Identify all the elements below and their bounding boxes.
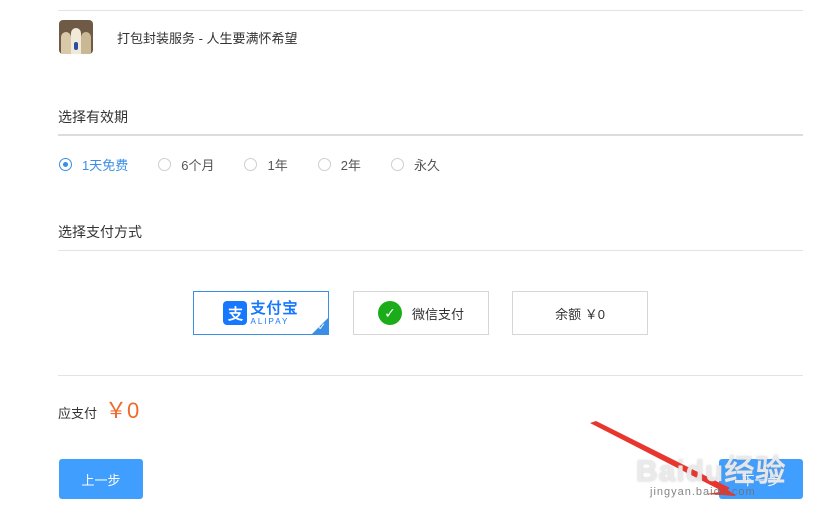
- radio-icon[interactable]: [244, 158, 258, 171]
- service-avatar: [59, 20, 93, 54]
- option-label: 1天免费: [82, 158, 129, 173]
- service-header: 打包封装服务 - 人生要满怀希望: [59, 20, 298, 54]
- wechat-label: 微信支付: [411, 306, 464, 322]
- payment-title: 选择支付方式: [58, 224, 142, 240]
- prev-step-button[interactable]: 上一步: [59, 459, 143, 499]
- total-payable: 应支付 ￥0: [58, 393, 139, 425]
- alipay-logo: 支 支付宝 ALIPAY: [223, 301, 298, 326]
- validity-options: 1天免费 6个月 1年 2年 永久: [59, 155, 470, 174]
- validity-option-6months[interactable]: 6个月: [158, 155, 214, 174]
- radio-icon[interactable]: [317, 158, 331, 171]
- validity-divider: [58, 134, 803, 136]
- validity-option-2years[interactable]: 2年: [317, 155, 361, 174]
- total-divider: [58, 375, 803, 376]
- balance-label: 余额 ￥0: [555, 306, 605, 322]
- option-label: 永久: [413, 158, 440, 173]
- check-icon: ✓: [317, 322, 326, 333]
- pay-method-wechat[interactable]: ✓ 微信支付: [353, 291, 489, 335]
- option-label: 1年: [267, 158, 288, 173]
- pay-method-balance[interactable]: 余额 ￥0: [512, 291, 648, 335]
- validity-option-permanent[interactable]: 永久: [390, 155, 440, 174]
- top-divider: [58, 10, 803, 11]
- validity-option-1day[interactable]: 1天免费: [59, 155, 128, 174]
- total-label: 应支付: [58, 406, 98, 421]
- alipay-icon: 支: [223, 301, 248, 325]
- pay-method-alipay[interactable]: 支 支付宝 ALIPAY ✓: [193, 291, 329, 335]
- total-amount: ￥0: [105, 398, 140, 423]
- alipay-label: 支付宝: [250, 299, 299, 317]
- option-label: 6个月: [181, 158, 215, 173]
- annotation-arrow-icon: [590, 421, 736, 496]
- option-label: 2年: [340, 158, 361, 173]
- validity-option-1year[interactable]: 1年: [244, 155, 288, 174]
- radio-icon[interactable]: [158, 158, 172, 171]
- alipay-label-en: ALIPAY: [250, 316, 290, 326]
- radio-selected-icon[interactable]: [59, 158, 72, 171]
- wechat-icon: ✓: [377, 301, 402, 325]
- validity-title: 选择有效期: [58, 109, 128, 125]
- payment-divider: [58, 250, 803, 251]
- radio-icon[interactable]: [390, 158, 404, 171]
- next-step-button[interactable]: 下一步: [719, 459, 803, 499]
- service-name: 打包封装服务 - 人生要满怀希望: [117, 30, 298, 46]
